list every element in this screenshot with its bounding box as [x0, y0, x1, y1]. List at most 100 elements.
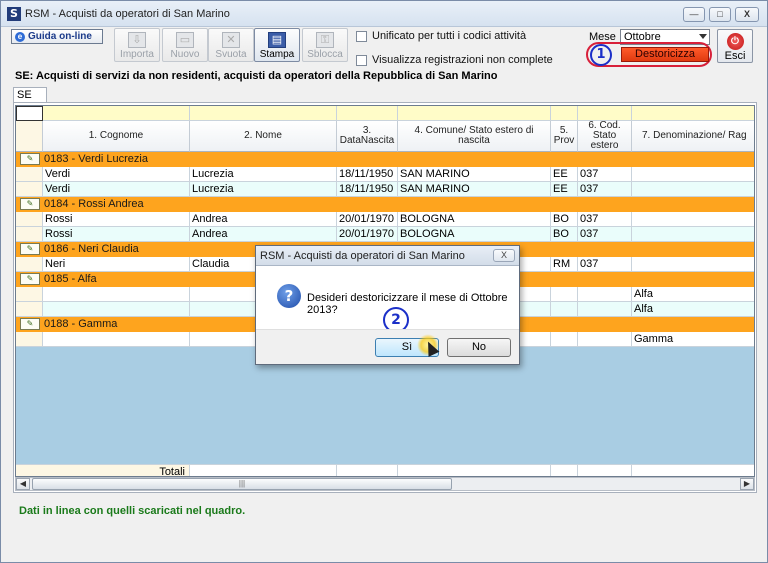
edit-record-icon[interactable]: ✎	[20, 243, 40, 255]
table-cell[interactable]	[632, 257, 754, 272]
table-cell[interactable]	[632, 182, 754, 197]
filter-cell[interactable]	[43, 106, 190, 121]
table-cell[interactable]: Rossi	[43, 227, 190, 242]
scroll-thumb[interactable]: |||	[32, 478, 452, 490]
table-cell[interactable]: EE	[551, 167, 578, 182]
row-selector[interactable]	[16, 227, 43, 242]
col-header-prov[interactable]: 5. Prov	[551, 121, 578, 152]
table-row[interactable]: Rossi Andrea 20/01/1970 BOLOGNA BO 037	[16, 227, 754, 242]
row-selector[interactable]	[16, 332, 43, 347]
scroll-right-icon[interactable]: ▶	[740, 478, 754, 490]
table-cell[interactable]	[551, 287, 578, 302]
col-header-nome[interactable]: 2. Nome	[190, 121, 337, 152]
filter-cell[interactable]	[337, 106, 398, 121]
clear-icon: ✕	[222, 32, 240, 48]
group-row[interactable]: ✎ 0183 - Verdi Lucrezia	[16, 152, 754, 167]
table-cell[interactable]: Alfa	[632, 302, 754, 317]
close-button[interactable]: X	[735, 7, 759, 22]
edit-record-icon[interactable]: ✎	[20, 153, 40, 165]
table-cell[interactable]: BO	[551, 227, 578, 242]
group-row[interactable]: ✎ 0184 - Rossi Andrea	[16, 197, 754, 212]
table-cell[interactable]: Rossi	[43, 212, 190, 227]
minimize-button[interactable]: —	[683, 7, 705, 22]
table-cell[interactable]	[43, 287, 190, 302]
esci-button[interactable]: ⏻ Esci	[717, 29, 753, 63]
table-cell[interactable]: 037	[578, 212, 632, 227]
table-cell[interactable]: 20/01/1970	[337, 227, 398, 242]
table-cell[interactable]: SAN MARINO	[398, 167, 551, 182]
table-cell[interactable]: Andrea	[190, 212, 337, 227]
row-selector[interactable]	[16, 302, 43, 317]
table-cell[interactable]: Alfa	[632, 287, 754, 302]
table-cell[interactable]: Verdi	[43, 182, 190, 197]
table-cell[interactable]: Verdi	[43, 167, 190, 182]
importa-button[interactable]: ⇩ Importa	[114, 28, 160, 62]
dialog-close-button[interactable]: X	[493, 249, 515, 262]
svuota-button[interactable]: ✕ Svuota	[208, 28, 254, 62]
unificato-checkbox[interactable]	[356, 31, 367, 42]
table-cell[interactable]: BOLOGNA	[398, 227, 551, 242]
col-header-cognome[interactable]: 1. Cognome	[43, 121, 190, 152]
table-cell[interactable]: Andrea	[190, 227, 337, 242]
table-cell[interactable]	[632, 212, 754, 227]
table-row[interactable]: Rossi Andrea 20/01/1970 BOLOGNA BO 037	[16, 212, 754, 227]
table-row[interactable]: Verdi Lucrezia 18/11/1950 SAN MARINO EE 037	[16, 167, 754, 182]
table-cell[interactable]: 20/01/1970	[337, 212, 398, 227]
nuovo-button[interactable]: ▭ Nuovo	[162, 28, 208, 62]
col-header-comune[interactable]: 4. Comune/ Stato estero di nascita	[398, 121, 551, 152]
sblocca-button[interactable]: ⚿ Sblocca	[302, 28, 348, 62]
table-cell[interactable]	[578, 332, 632, 347]
table-cell[interactable]: EE	[551, 182, 578, 197]
table-cell[interactable]	[551, 302, 578, 317]
table-cell[interactable]	[43, 332, 190, 347]
filter-cell[interactable]	[398, 106, 551, 121]
table-cell[interactable]	[632, 227, 754, 242]
visualizza-checkbox[interactable]	[356, 55, 367, 66]
stampa-button[interactable]: ▤ Stampa	[254, 28, 300, 62]
table-cell[interactable]: Neri	[43, 257, 190, 272]
filter-cell[interactable]	[632, 106, 754, 121]
table-cell[interactable]	[578, 287, 632, 302]
destoricizza-button[interactable]: Destoricizza	[621, 47, 709, 62]
edit-record-icon[interactable]: ✎	[20, 273, 40, 285]
table-cell[interactable]: RM	[551, 257, 578, 272]
col-header-cod-stato[interactable]: 6. Cod. Stato estero	[578, 121, 632, 152]
row-selector[interactable]	[16, 167, 43, 182]
table-cell[interactable]	[632, 167, 754, 182]
table-cell[interactable]	[43, 302, 190, 317]
table-cell[interactable]: 037	[578, 167, 632, 182]
maximize-button[interactable]: □	[709, 7, 731, 22]
table-cell[interactable]: 037	[578, 182, 632, 197]
edit-record-icon[interactable]: ✎	[20, 318, 40, 330]
table-cell[interactable]: BOLOGNA	[398, 212, 551, 227]
no-button[interactable]: No	[447, 338, 511, 357]
row-selector[interactable]	[16, 287, 43, 302]
col-header-denominazione[interactable]: 7. Denominazione/ Rag	[632, 121, 754, 152]
edit-record-icon[interactable]: ✎	[20, 198, 40, 210]
row-selector[interactable]	[16, 212, 43, 227]
filter-cell[interactable]	[578, 106, 632, 121]
filter-cell[interactable]	[551, 106, 578, 121]
row-selector[interactable]	[16, 257, 43, 272]
table-cell[interactable]: BO	[551, 212, 578, 227]
table-cell[interactable]	[551, 332, 578, 347]
table-cell[interactable]: Lucrezia	[190, 167, 337, 182]
table-cell[interactable]: Lucrezia	[190, 182, 337, 197]
guida-online-button[interactable]: e Guida on-line	[11, 29, 103, 44]
col-header-datanascita[interactable]: 3. DataNascita	[337, 121, 398, 152]
table-row[interactable]: Verdi Lucrezia 18/11/1950 SAN MARINO EE 037	[16, 182, 754, 197]
table-cell[interactable]: 18/11/1950	[337, 182, 398, 197]
table-cell[interactable]: 18/11/1950	[337, 167, 398, 182]
table-cell[interactable]	[578, 302, 632, 317]
filter-cell[interactable]	[190, 106, 337, 121]
table-cell[interactable]: 037	[578, 227, 632, 242]
row-selector[interactable]	[16, 182, 43, 197]
table-cell[interactable]: SAN MARINO	[398, 182, 551, 197]
table-cell[interactable]: Gamma	[632, 332, 754, 347]
filter-selector[interactable]	[16, 106, 43, 121]
group-label: 0188 - Gamma	[44, 318, 118, 330]
scroll-left-icon[interactable]: ◀	[16, 478, 30, 490]
table-cell[interactable]: 037	[578, 257, 632, 272]
tab-se[interactable]: SE	[13, 87, 47, 103]
horizontal-scrollbar[interactable]: ◀ ||| ▶	[15, 477, 755, 491]
